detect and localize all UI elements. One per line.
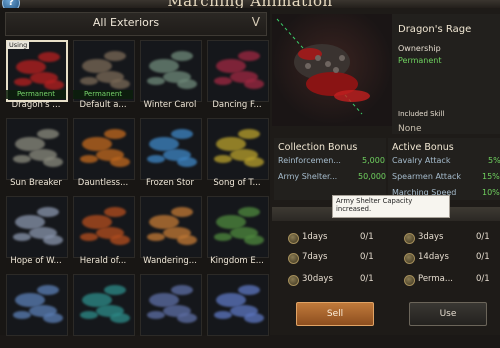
duration-label: Perma... — [418, 274, 453, 284]
permanent-badge: Permanent — [6, 90, 66, 99]
exterior-thumbnail — [6, 274, 68, 336]
using-badge: Using — [7, 41, 30, 49]
exterior-name: Song of T... — [213, 178, 261, 188]
duration-count: 0/1 — [360, 232, 374, 242]
duration-label: 3days — [418, 232, 444, 242]
duration-count: 0/1 — [360, 252, 374, 262]
duration-label: 30days — [302, 274, 333, 284]
active-bonus-row: Cavalry Attack 5% — [392, 156, 500, 165]
bonus-value: 50,000 — [358, 172, 386, 181]
duration-radio[interactable] — [404, 253, 415, 264]
exterior-thumbnail — [73, 274, 135, 336]
exterior-tile[interactable] — [207, 274, 269, 348]
exterior-name: Dragon's ... — [11, 100, 61, 110]
exterior-tile[interactable]: Sun Breaker — [6, 118, 68, 192]
duration-count: 0/1 — [476, 274, 490, 284]
exterior-title: Dragon's Rage — [398, 24, 472, 35]
collection-bonus-title: Collection Bonus — [278, 142, 358, 153]
bonus-value: 10% — [482, 188, 500, 197]
bonus-label: Army Shelter... — [278, 172, 338, 181]
exterior-name: Wandering... — [143, 256, 197, 266]
permanent-badge: Permanent — [73, 90, 133, 99]
exterior-thumbnail — [140, 196, 202, 258]
filter-label: All Exteriors — [92, 16, 160, 29]
exterior-tile[interactable]: Frozen Stor — [140, 118, 202, 192]
exterior-thumbnail — [140, 274, 202, 336]
exterior-name: Default a... — [79, 100, 127, 110]
exterior-tile[interactable]: Wandering... — [140, 196, 202, 270]
exterior-name: Winter Carol — [143, 100, 197, 110]
active-bonus-row: Spearmen Attack 15% — [392, 172, 500, 181]
exterior-name: Frozen Stor — [146, 178, 194, 188]
exterior-thumbnail — [140, 118, 202, 180]
exterior-name: Herald of... — [79, 256, 127, 266]
included-skill-label: Included Skill — [398, 110, 445, 118]
sell-button[interactable]: Sell — [296, 302, 374, 326]
exterior-name: Sun Breaker — [10, 178, 62, 188]
exterior-filter-dropdown[interactable]: All Exteriors V — [5, 12, 267, 36]
exterior-tile[interactable]: Dancing F... — [207, 40, 269, 114]
exterior-thumbnail — [73, 118, 135, 180]
exterior-thumbnail — [207, 118, 269, 180]
duration-count: 0/1 — [476, 232, 490, 242]
exterior-tile[interactable]: Permanent Default a... — [73, 40, 135, 114]
exterior-name: Hope of W... — [10, 256, 62, 266]
duration-count: 0/1 — [360, 274, 374, 284]
bonus-value: 5% — [488, 156, 500, 165]
collection-bonus-section: Collection Bonus Reinforcemen... 5,000 A… — [274, 138, 386, 200]
duration-label: 1days — [302, 232, 328, 242]
exterior-thumbnail — [207, 196, 269, 258]
duration-radio[interactable] — [288, 253, 299, 264]
active-bonus-section: Active Bonus Cavalry Attack 5% Spearmen … — [388, 138, 500, 200]
duration-label: 14days — [418, 252, 449, 262]
active-bonus-title: Active Bonus — [392, 142, 454, 153]
chevron-down-icon: V — [251, 15, 260, 29]
exterior-name: Dancing F... — [212, 100, 262, 110]
bonus-value: 15% — [482, 172, 500, 181]
ownership-value: Permanent — [398, 56, 442, 65]
bonus-value: 5,000 — [362, 156, 385, 165]
exterior-name: Kingdom E... — [210, 256, 264, 266]
duration-radio[interactable] — [288, 233, 299, 244]
exterior-tile[interactable]: Kingdom E... — [207, 196, 269, 270]
exterior-tile[interactable] — [73, 274, 135, 348]
exterior-tile[interactable]: Hope of W... — [6, 196, 68, 270]
exterior-thumbnail — [207, 40, 269, 102]
army-preview-image — [276, 18, 370, 115]
bonus-tooltip: Army Shelter Capacity increased. — [332, 195, 450, 218]
duration-radio[interactable] — [404, 233, 415, 244]
duration-count: 0/1 — [476, 252, 490, 262]
duration-radio[interactable] — [288, 275, 299, 286]
duration-label: 7days — [302, 252, 328, 262]
exterior-tile[interactable]: Song of T... — [207, 118, 269, 192]
duration-radio[interactable] — [404, 275, 415, 286]
collection-bonus-row: Army Shelter... 50,000 — [278, 172, 386, 181]
exterior-thumbnail — [73, 196, 135, 258]
exterior-thumbnail — [207, 274, 269, 336]
exterior-preview — [272, 14, 392, 126]
bonus-label: Reinforcemen... — [278, 156, 341, 165]
exterior-tile[interactable] — [6, 274, 68, 348]
bonus-label: Spearmen Attack — [392, 172, 461, 181]
use-button[interactable]: Use — [409, 302, 487, 326]
bonus-label: Cavalry Attack — [392, 156, 451, 165]
exterior-tile[interactable]: Dauntless... — [73, 118, 135, 192]
exterior-info: Dragon's Rage Ownership Permanent Includ… — [392, 14, 500, 134]
exterior-name: Dauntless... — [77, 178, 129, 188]
included-skill-value: None — [398, 124, 422, 134]
ownership-label: Ownership — [398, 44, 441, 53]
exterior-thumbnail — [140, 40, 202, 102]
exterior-tile[interactable] — [140, 274, 202, 348]
exterior-tile[interactable]: Using Permanent Dragon's ... — [6, 40, 68, 114]
exterior-thumbnail — [6, 196, 68, 258]
exterior-tile[interactable]: Winter Carol — [140, 40, 202, 114]
collection-bonus-row: Reinforcemen... 5,000 — [278, 156, 386, 165]
exterior-tile[interactable]: Herald of... — [73, 196, 135, 270]
exterior-thumbnail — [6, 118, 68, 180]
